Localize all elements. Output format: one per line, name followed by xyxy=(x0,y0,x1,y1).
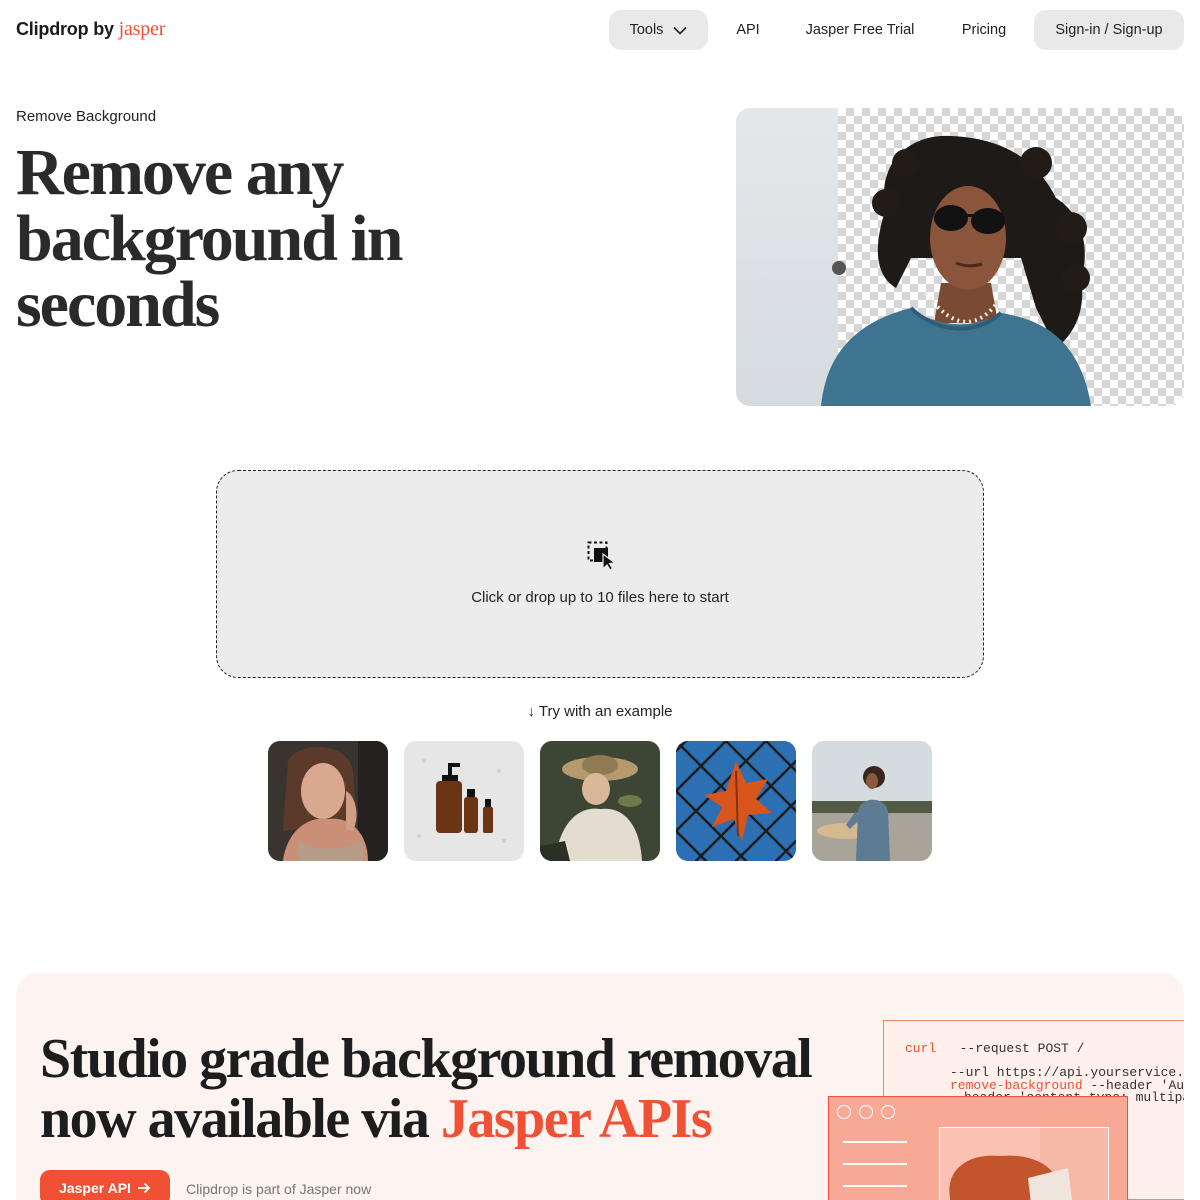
logo-main: Clipdrop xyxy=(16,19,89,39)
banner-title-line-1: Studio grade background removal xyxy=(40,1028,813,1090)
window-dot-icon xyxy=(881,1105,895,1119)
example-product-bottles[interactable] xyxy=(404,741,524,861)
tools-label: Tools xyxy=(629,22,664,38)
window-dot-icon xyxy=(837,1105,851,1119)
example-painting[interactable] xyxy=(540,741,660,861)
arrow-right-icon xyxy=(137,1182,151,1194)
jasper-api-button[interactable]: Jasper API xyxy=(40,1170,170,1200)
code-request: --request POST / xyxy=(959,1041,1085,1056)
title-line-2: background in xyxy=(16,202,403,275)
dropzone-instructions: Click or drop up to 10 files here to sta… xyxy=(471,589,729,606)
try-example-label: ↓ Try with an example xyxy=(527,703,673,720)
logo-brand: jasper xyxy=(118,18,166,40)
nav-link-jasper-free-trial[interactable]: Jasper Free Trial xyxy=(794,10,926,50)
code-curl: curl xyxy=(905,1041,937,1056)
page-title: Remove any background in seconds xyxy=(16,140,576,338)
upload-dropzone[interactable]: Click or drop up to 10 files here to sta… xyxy=(216,470,984,678)
api-promo-banner: Studio grade background removal now avai… xyxy=(16,973,1184,1200)
chevron-down-icon xyxy=(673,26,687,35)
banner-title-accent: Jasper APIs xyxy=(440,1088,713,1150)
menu-line xyxy=(843,1185,907,1187)
portrait-woman-image xyxy=(268,741,388,861)
nav-link-api[interactable]: API xyxy=(724,10,772,50)
sign-in-button[interactable]: Sign-in / Sign-up xyxy=(1034,10,1184,50)
title-line-3: seconds xyxy=(16,268,220,341)
compare-slider-handle[interactable] xyxy=(832,261,846,275)
jasper-note: Clipdrop is part of Jasper now xyxy=(186,1181,372,1197)
example-thumbnails xyxy=(268,741,932,861)
example-leaf-fence[interactable] xyxy=(676,741,796,861)
nav-link-pricing[interactable]: Pricing xyxy=(948,10,1020,50)
app-preview-card xyxy=(828,1096,1128,1200)
logo-by: by xyxy=(93,19,114,39)
example-portrait-woman[interactable] xyxy=(268,741,388,861)
woman-lake-image xyxy=(812,741,932,861)
window-dot-icon xyxy=(859,1105,873,1119)
painting-image xyxy=(540,741,660,861)
code-line-1: curl --request POST / xyxy=(905,1041,1084,1056)
banner-title-line-2: now available via Jasper APIs xyxy=(40,1089,840,1149)
clipdrop-logo[interactable]: Clipdrop by jasper xyxy=(16,18,165,41)
upload-select-icon xyxy=(587,541,617,571)
example-woman-lake[interactable] xyxy=(812,741,932,861)
armchair-image xyxy=(949,1128,1108,1200)
top-nav: Clipdrop by jasper Tools API Jasper Free… xyxy=(0,0,1200,60)
banner-title-part-2: now available via xyxy=(40,1088,441,1150)
banner-title: Studio grade background removal now avai… xyxy=(40,1029,840,1149)
tools-menu-button[interactable]: Tools xyxy=(609,10,708,50)
product-bottles-image xyxy=(404,741,524,861)
jasper-api-button-label: Jasper API xyxy=(59,1180,131,1196)
hero-before-after-image xyxy=(736,108,1184,406)
title-line-1: Remove any xyxy=(16,136,344,209)
menu-line xyxy=(843,1163,907,1165)
preview-panel xyxy=(939,1127,1109,1200)
person-illustration xyxy=(821,135,1091,406)
page-eyebrow: Remove Background xyxy=(16,108,157,125)
leaf-fence-image xyxy=(676,741,796,861)
menu-line xyxy=(843,1141,907,1143)
